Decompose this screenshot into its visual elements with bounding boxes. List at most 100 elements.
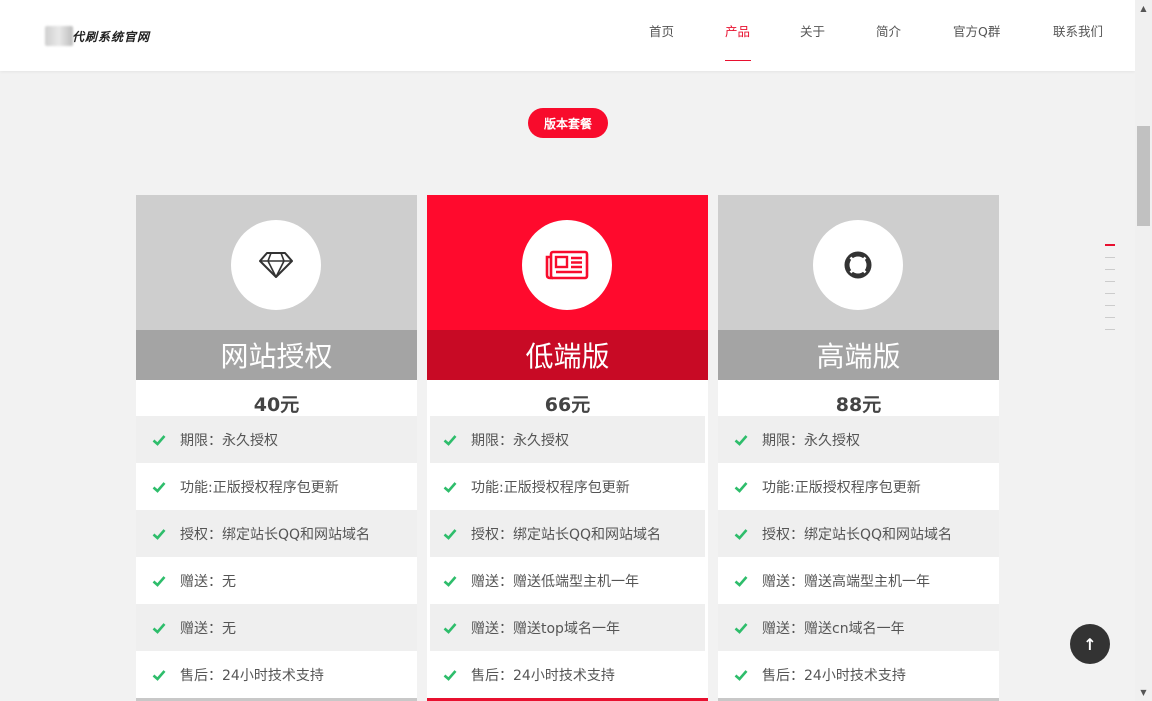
nav-item-products[interactable]: 产品 bbox=[725, 21, 750, 40]
card-header bbox=[718, 195, 999, 330]
icon-circle bbox=[522, 220, 612, 310]
check-icon bbox=[152, 622, 166, 634]
card-title: 高端版 bbox=[718, 330, 999, 380]
feature-item: 期限：永久授权 bbox=[136, 416, 417, 463]
check-icon bbox=[152, 528, 166, 540]
section-dot[interactable] bbox=[1105, 244, 1115, 246]
section-badge: 版本套餐 bbox=[528, 108, 608, 138]
check-icon bbox=[734, 669, 748, 681]
feature-text: 赠送：赠送低端型主机一年 bbox=[471, 573, 639, 590]
nav-item-home[interactable]: 首页 bbox=[649, 21, 674, 40]
pricing-card-website-license: 网站授权 40元 期限：永久授权 功能:正版授权程序包更新 授权：绑定站长QQ和… bbox=[136, 195, 417, 701]
check-icon bbox=[152, 481, 166, 493]
nav-item-about[interactable]: 关于 bbox=[800, 21, 825, 40]
card-header bbox=[427, 195, 708, 330]
card-header bbox=[136, 195, 417, 330]
section-dot[interactable] bbox=[1105, 317, 1115, 318]
feature-list: 期限：永久授权 功能:正版授权程序包更新 授权：绑定站长QQ和网站域名 赠送：无… bbox=[136, 416, 417, 698]
feature-text: 功能:正版授权程序包更新 bbox=[762, 479, 921, 496]
feature-item: 功能:正版授权程序包更新 bbox=[718, 463, 999, 510]
card-price: 40元 bbox=[253, 394, 300, 416]
section-dot[interactable] bbox=[1105, 269, 1115, 270]
scroll-down-arrow-icon[interactable]: ▼ bbox=[1135, 684, 1152, 701]
feature-item: 授权：绑定站长QQ和网站域名 bbox=[136, 510, 417, 557]
feature-text: 售后：24小时技术支持 bbox=[180, 667, 324, 684]
check-icon bbox=[734, 434, 748, 446]
logo-text: 代刷系统官网 bbox=[72, 29, 151, 44]
feature-item: 赠送：赠送cn域名一年 bbox=[718, 604, 999, 651]
feature-text: 赠送：无 bbox=[180, 620, 236, 637]
check-icon bbox=[152, 669, 166, 681]
feature-text: 售后：24小时技术支持 bbox=[762, 667, 906, 684]
feature-text: 赠送：赠送高端型主机一年 bbox=[762, 573, 930, 590]
section-dot-nav bbox=[1105, 244, 1115, 341]
nav-item-intro[interactable]: 简介 bbox=[876, 21, 901, 40]
section-dot[interactable] bbox=[1105, 257, 1115, 258]
card-price: 88元 bbox=[835, 394, 882, 416]
feature-item: 授权：绑定站长QQ和网站域名 bbox=[430, 510, 705, 557]
scroll-up-arrow-icon[interactable]: ▲ bbox=[1135, 0, 1152, 17]
feature-item: 赠送：赠送低端型主机一年 bbox=[430, 557, 705, 604]
life-ring-icon bbox=[844, 251, 872, 279]
feature-item: 赠送：赠送top域名一年 bbox=[430, 604, 705, 651]
card-title: 网站授权 bbox=[136, 330, 417, 380]
check-icon bbox=[443, 669, 457, 681]
section-dot[interactable] bbox=[1105, 329, 1115, 330]
pricing-card-premium: 高端版 88元 期限：永久授权 功能:正版授权程序包更新 授权：绑定站长QQ和网… bbox=[718, 195, 999, 701]
check-icon bbox=[443, 622, 457, 634]
newspaper-icon bbox=[545, 250, 589, 280]
feature-item: 售后：24小时技术支持 bbox=[136, 651, 417, 698]
pricing-card-basic: 低端版 66元 期限：永久授权 功能:正版授权程序包更新 授权：绑定站长QQ和网… bbox=[427, 195, 708, 701]
feature-item: 售后：24小时技术支持 bbox=[718, 651, 999, 698]
feature-item: 期限：永久授权 bbox=[718, 416, 999, 463]
feature-text: 授权：绑定站长QQ和网站域名 bbox=[180, 526, 371, 543]
icon-circle bbox=[231, 220, 321, 310]
site-logo[interactable]: 代刷系统官网 bbox=[45, 25, 150, 47]
check-icon bbox=[443, 481, 457, 493]
page-scrollbar[interactable]: ▲ ▼ bbox=[1135, 0, 1152, 701]
section-dot[interactable] bbox=[1105, 293, 1115, 294]
nav-active-indicator bbox=[725, 60, 751, 61]
feature-item: 授权：绑定站长QQ和网站域名 bbox=[718, 510, 999, 557]
feature-item: 功能:正版授权程序包更新 bbox=[430, 463, 705, 510]
feature-list: 期限：永久授权 功能:正版授权程序包更新 授权：绑定站长QQ和网站域名 赠送：赠… bbox=[718, 416, 999, 698]
site-header: 代刷系统官网 首页 产品 关于 简介 官方Q群 联系我们 bbox=[0, 0, 1135, 71]
feature-text: 售后：24小时技术支持 bbox=[471, 667, 615, 684]
check-icon bbox=[734, 481, 748, 493]
feature-item: 赠送：无 bbox=[136, 557, 417, 604]
feature-text: 赠送：赠送top域名一年 bbox=[471, 620, 620, 637]
check-icon bbox=[152, 434, 166, 446]
feature-item: 赠送：赠送高端型主机一年 bbox=[718, 557, 999, 604]
feature-text: 期限：永久授权 bbox=[471, 432, 569, 449]
check-icon bbox=[443, 434, 457, 446]
section-dot[interactable] bbox=[1105, 305, 1115, 306]
logo-image bbox=[45, 26, 73, 46]
feature-text: 赠送：无 bbox=[180, 573, 236, 590]
feature-item: 赠送：无 bbox=[136, 604, 417, 651]
feature-text: 期限：永久授权 bbox=[762, 432, 860, 449]
feature-item: 期限：永久授权 bbox=[430, 416, 705, 463]
nav-item-contact[interactable]: 联系我们 bbox=[1053, 21, 1103, 40]
check-icon bbox=[734, 575, 748, 587]
check-icon bbox=[443, 575, 457, 587]
card-title: 低端版 bbox=[427, 330, 708, 380]
check-icon bbox=[152, 575, 166, 587]
card-price: 66元 bbox=[544, 394, 591, 416]
feature-text: 功能:正版授权程序包更新 bbox=[471, 479, 630, 496]
icon-circle bbox=[813, 220, 903, 310]
feature-item: 售后：24小时技术支持 bbox=[430, 651, 705, 698]
feature-list: 期限：永久授权 功能:正版授权程序包更新 授权：绑定站长QQ和网站域名 赠送：赠… bbox=[427, 416, 708, 698]
feature-text: 功能:正版授权程序包更新 bbox=[180, 479, 339, 496]
feature-text: 期限：永久授权 bbox=[180, 432, 278, 449]
section-dot[interactable] bbox=[1105, 281, 1115, 282]
feature-text: 授权：绑定站长QQ和网站域名 bbox=[762, 526, 953, 543]
check-icon bbox=[734, 622, 748, 634]
scroll-thumb[interactable] bbox=[1137, 126, 1150, 226]
feature-item: 功能:正版授权程序包更新 bbox=[136, 463, 417, 510]
check-icon bbox=[443, 528, 457, 540]
diamond-icon bbox=[259, 252, 293, 278]
nav-item-qq-group[interactable]: 官方Q群 bbox=[953, 21, 1000, 40]
back-to-top-button[interactable]: ↑ bbox=[1070, 624, 1110, 664]
check-icon bbox=[734, 528, 748, 540]
feature-text: 赠送：赠送cn域名一年 bbox=[762, 620, 905, 637]
